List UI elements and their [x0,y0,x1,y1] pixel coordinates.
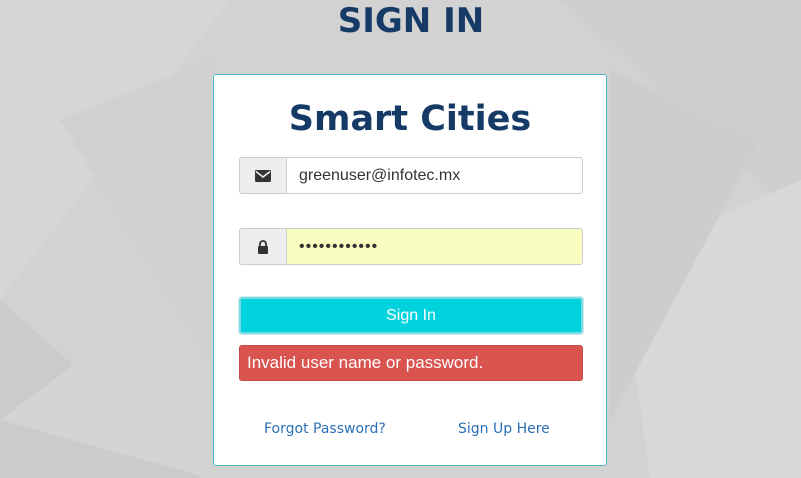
login-card: Smart Cities Sign In Invalid user name o… [213,74,607,466]
brand-title: Smart Cities [288,99,532,139]
lock-icon [239,228,286,265]
sign-up-link[interactable]: Sign Up Here [458,421,550,437]
envelope-icon [239,157,286,194]
page-title: SIGN IN [337,1,485,41]
error-alert: Invalid user name or password. [239,345,583,381]
email-field[interactable] [286,157,583,194]
password-field[interactable] [286,228,583,265]
password-input-group [239,228,583,265]
forgot-password-link[interactable]: Forgot Password? [264,421,386,437]
email-input-group [239,157,583,194]
sign-in-button[interactable]: Sign In [239,297,583,334]
